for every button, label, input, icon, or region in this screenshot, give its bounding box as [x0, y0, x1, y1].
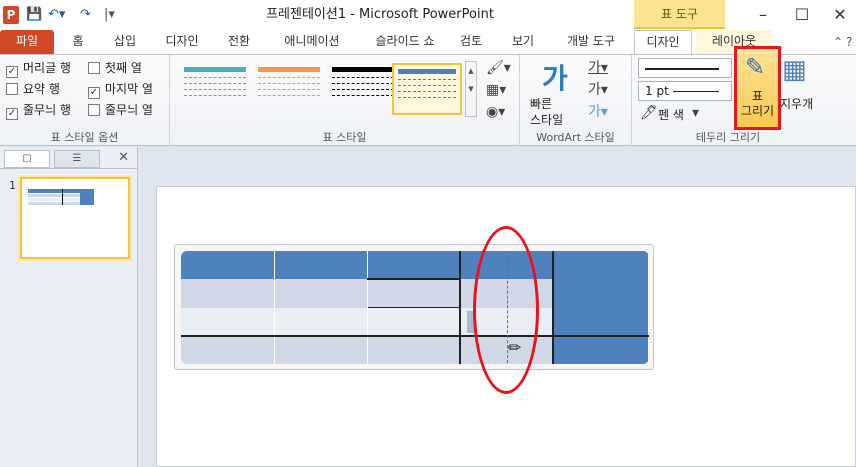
powerpoint-app-icon[interactable]: P: [3, 6, 19, 24]
tab-view[interactable]: 보기: [502, 30, 544, 54]
unchecked-icon: [88, 104, 100, 116]
table-cell[interactable]: [367, 334, 461, 364]
minimize-button[interactable]: –: [745, 0, 781, 30]
first-column-option[interactable]: 첫째 열: [88, 59, 142, 77]
pen-weight-dropdown[interactable]: 1 pt: [638, 81, 732, 101]
tab-table-layout[interactable]: 레이아웃: [696, 30, 772, 54]
tab-file[interactable]: 파일: [0, 30, 54, 54]
last-column-option[interactable]: ✓ 마지막 열: [88, 80, 153, 99]
checked-icon: ✓: [88, 87, 100, 99]
ribbon: ✓ 머리글 행 첫째 열 요약 행 ✓ 마지막 열 ✓ 줄무늬 행 줄무늬 열 표 스…: [0, 54, 856, 147]
shading-icon[interactable]: 🖌▾: [486, 59, 511, 77]
tab-table-design[interactable]: 디자인: [634, 30, 692, 54]
slide-table[interactable]: [181, 251, 649, 364]
slide-number: 1: [9, 179, 16, 192]
text-effects-icon[interactable]: 가▾: [588, 103, 608, 121]
slides-tab-icon[interactable]: ▢: [4, 150, 50, 168]
table-cell[interactable]: [181, 307, 275, 336]
table-cell[interactable]: [274, 251, 368, 280]
table-styles-group: ▲ ▼ 🖌▾ ▦▾ ◉▾ 표 스타일: [170, 55, 520, 147]
eraser-label[interactable]: 지우개: [780, 95, 813, 112]
group-label: WordArt 스타일: [536, 131, 615, 144]
save-icon[interactable]: 💾: [26, 6, 42, 24]
text-caret: [467, 311, 475, 333]
quick-styles-label: 빠른: [530, 97, 553, 111]
tab-developer[interactable]: 개발 도구: [556, 30, 626, 54]
banded-columns-option[interactable]: 줄무늬 열: [88, 101, 153, 119]
slide-thumbnail[interactable]: [20, 177, 130, 259]
draw-borders-group: 1 pt 🖊 펜 색 ▾ ▦ 지우개 테두리 그리기: [632, 55, 824, 147]
eraser-icon[interactable]: ▦: [782, 57, 807, 83]
table-cell[interactable]: [181, 279, 275, 308]
panel-tabs: ▢ ☰ ✕: [0, 147, 137, 169]
ribbon-tab-row: 파일 홈 삽입 디자인 전환 애니메이션 슬라이드 쇼 검토 보기 개발 도구 …: [0, 30, 856, 54]
table-cell[interactable]: [367, 279, 461, 308]
tab-review[interactable]: 검토: [450, 30, 492, 54]
pen-color-label[interactable]: 펜 색: [658, 106, 684, 123]
text-outline-icon[interactable]: 가▾: [588, 81, 608, 99]
tab-transitions[interactable]: 전환: [218, 30, 260, 54]
text-fill-icon[interactable]: 가▾: [588, 59, 608, 77]
checked-icon: ✓: [6, 66, 18, 78]
table-cell[interactable]: [274, 307, 368, 336]
restore-button[interactable]: ☐: [784, 0, 820, 30]
close-button[interactable]: ✕: [822, 0, 856, 30]
borders-icon[interactable]: ▦▾: [486, 81, 506, 99]
table-cell[interactable]: [367, 306, 461, 336]
undo-icon[interactable]: ↶▾: [48, 6, 65, 24]
tab-slideshow[interactable]: 슬라이드 쇼: [362, 30, 448, 54]
group-label: 테두리 그리기: [695, 131, 761, 144]
pen-color-dropdown-icon[interactable]: ▾: [692, 104, 699, 122]
table-style-orange[interactable]: [254, 63, 324, 115]
tab-animations[interactable]: 애니메이션: [272, 30, 352, 54]
pencil-cursor-icon: ✏: [508, 338, 522, 357]
redo-icon[interactable]: ↷: [80, 6, 91, 24]
group-label: 표 스타일: [322, 131, 367, 144]
minimize-ribbon-icon[interactable]: ⌃: [833, 33, 843, 51]
wordart-quick-styles-icon[interactable]: 가: [542, 57, 568, 97]
banded-rows-option[interactable]: ✓ 줄무늬 행: [6, 101, 71, 120]
checked-icon: ✓: [6, 108, 18, 120]
total-row-option[interactable]: 요약 행: [6, 80, 60, 98]
slides-panel: ▢ ☰ ✕ 1: [0, 147, 138, 467]
help-icon[interactable]: ?: [846, 33, 852, 51]
title-bar: P 💾 ↶▾ ↷ |▾ 프레젠테이션1 - Microsoft PowerPoi…: [0, 0, 856, 30]
table-tools-header: 표 도구: [634, 0, 725, 29]
tab-home[interactable]: 홈: [62, 30, 94, 54]
table-cell[interactable]: [274, 334, 368, 364]
header-row-option[interactable]: ✓ 머리글 행: [6, 59, 71, 78]
wordart-styles-group: 가 빠른 스타일 가▾ 가▾ 가▾ WordArt 스타일: [520, 55, 632, 147]
table-style-selected[interactable]: [392, 63, 462, 115]
quick-styles-label-2: 스타일: [530, 113, 564, 127]
pen-color-icon[interactable]: 🖊: [640, 104, 658, 122]
table-cell[interactable]: [181, 334, 275, 364]
gallery-scroll-icon[interactable]: ▲ ▼: [465, 61, 477, 117]
group-label: 표 스타일 옵션: [50, 131, 119, 144]
table-style-black[interactable]: [328, 63, 398, 115]
pen-style-dropdown[interactable]: [638, 58, 732, 78]
close-panel-icon[interactable]: ✕: [118, 150, 129, 165]
tab-insert[interactable]: 삽입: [104, 30, 146, 54]
tab-design-main[interactable]: 디자인: [156, 30, 208, 54]
effects-icon[interactable]: ◉▾: [486, 103, 505, 121]
outline-tab-icon[interactable]: ☰: [54, 150, 100, 168]
table-cell[interactable]: [181, 251, 275, 280]
unchecked-icon: [88, 62, 100, 74]
table-cell[interactable]: [553, 334, 649, 364]
window-title: 프레젠테이션1 - Microsoft PowerPoint: [266, 7, 494, 22]
table-cell[interactable]: [553, 307, 649, 336]
table-cell[interactable]: [553, 279, 649, 308]
table-cell[interactable]: [367, 251, 461, 281]
table-style-options-group: ✓ 머리글 행 첫째 열 요약 행 ✓ 마지막 열 ✓ 줄무늬 행 줄무늬 열 표 스…: [0, 55, 170, 147]
customize-qat-icon[interactable]: |▾: [104, 6, 115, 24]
table-style-blue[interactable]: [180, 63, 250, 115]
table-cell[interactable]: [274, 279, 368, 308]
unchecked-icon: [6, 83, 18, 95]
table-cell[interactable]: [553, 251, 649, 280]
